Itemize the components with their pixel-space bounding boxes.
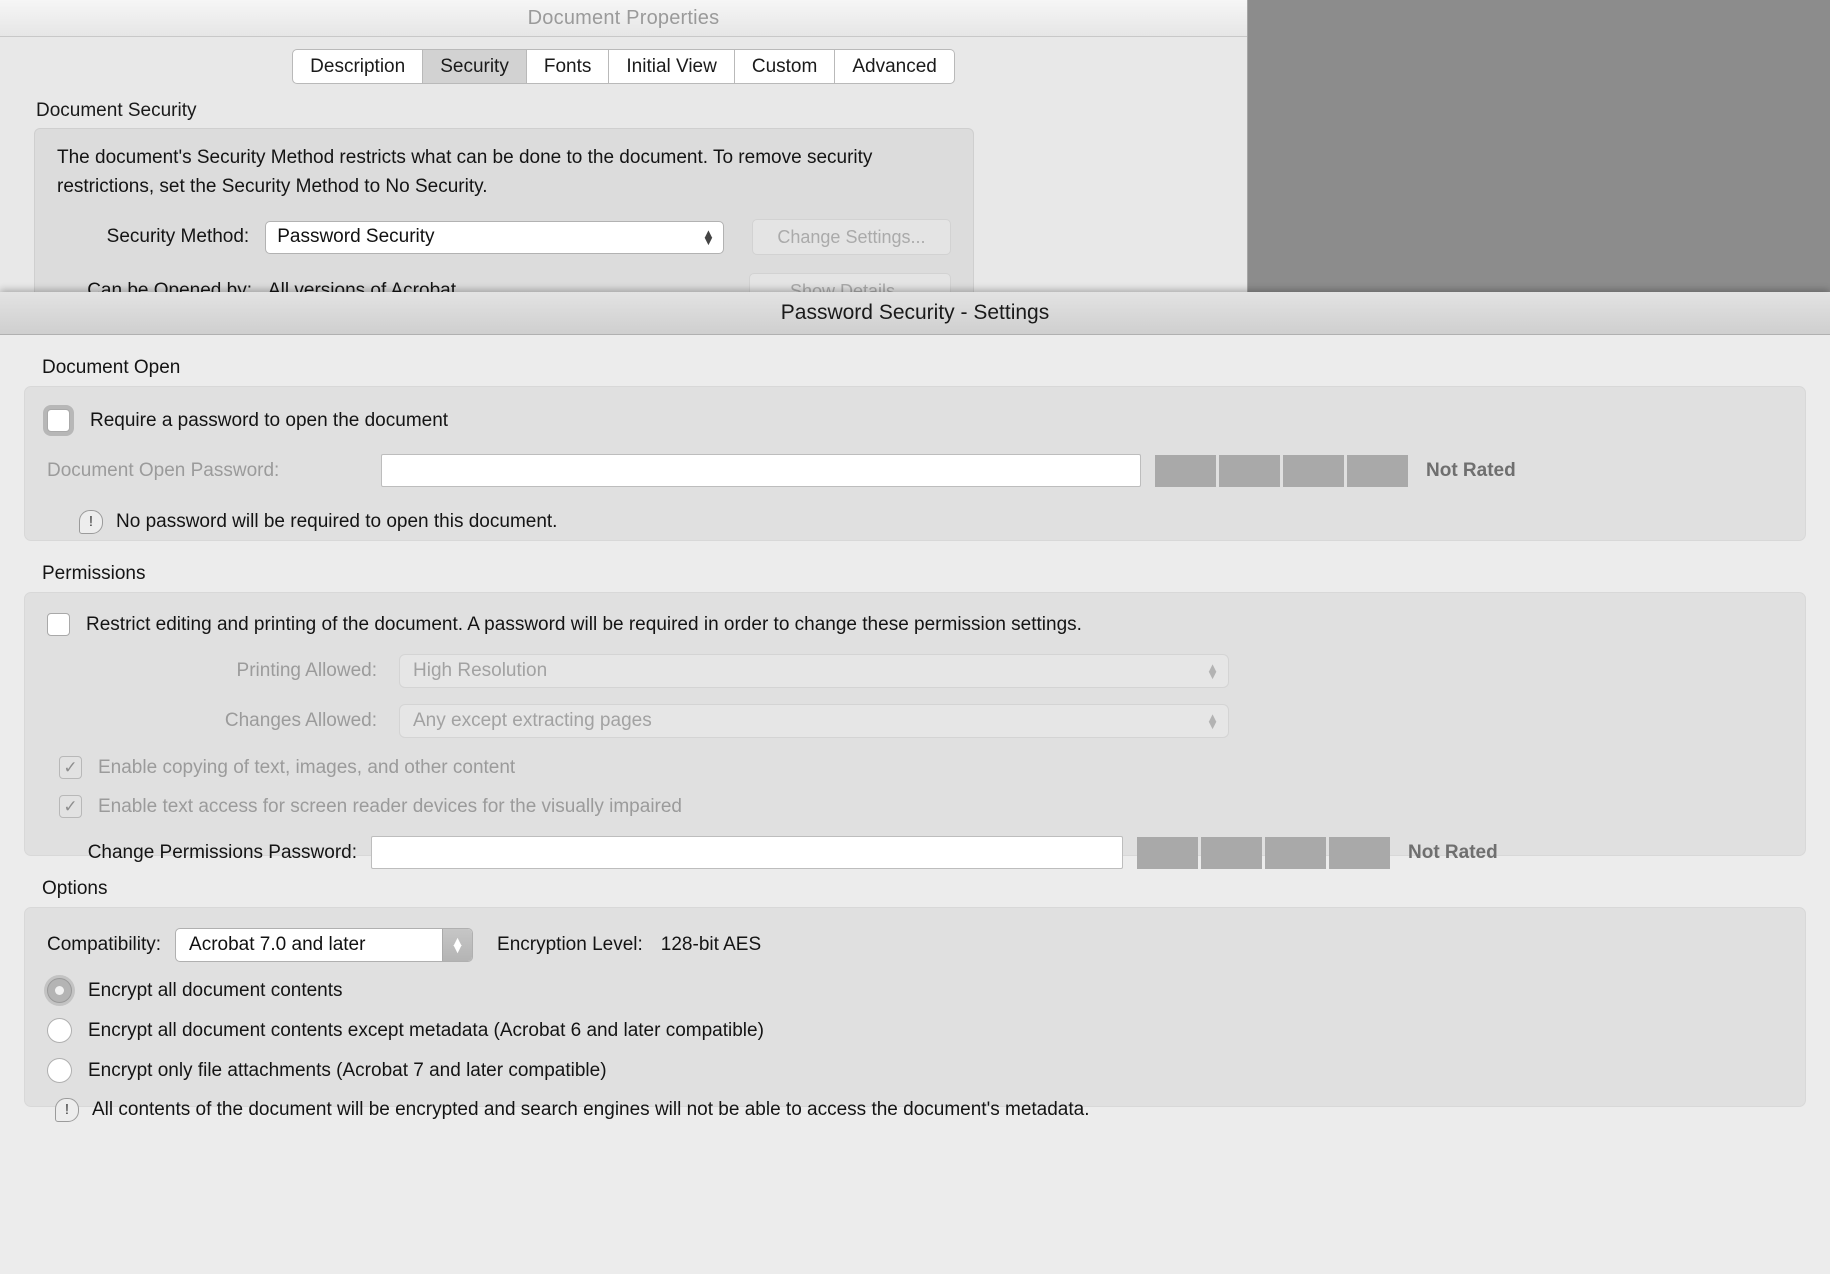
strength-segment [1347,454,1408,487]
security-method-select[interactable]: Password Security ▲ ▼ [265,220,724,254]
document-security-description: The document's Security Method restricts… [57,147,873,197]
warning-icon: ! [79,510,103,534]
strength-segment [1201,836,1262,869]
radio-encrypt-except-metadata[interactable] [47,1018,72,1043]
chevron-down-icon: ▼ [450,940,465,956]
compatibility-label: Compatibility: [47,934,162,955]
compatibility-stepper-button[interactable]: ▲ ▼ [442,929,473,961]
security-method-row: Security Method: Password Security ▲ ▼ C… [57,219,952,255]
document-open-password-row: Document Open Password: Not Rated [47,454,1783,487]
document-properties-title: Document Properties [527,6,720,29]
radio-encrypt-attachments-only-label: Encrypt only file attachments (Acrobat 7… [88,1059,607,1081]
chevron-down-icon: ▼ [1206,717,1219,732]
permissions-password-input[interactable] [371,836,1123,869]
printing-allowed-select[interactable]: High Resolution ▲ ▼ [399,654,1229,688]
tab-custom[interactable]: Custom [734,49,836,84]
permissions-password-label: Change Permissions Password: [87,841,357,863]
encryption-level-label: Encryption Level: [497,934,643,955]
password-security-titlebar: Password Security - Settings [0,292,1830,335]
enable-screen-reader-label: Enable text access for screen reader dev… [98,795,682,817]
strength-segment [1219,454,1280,487]
permissions-strength-label: Not Rated [1408,841,1498,863]
tab-fonts[interactable]: Fonts [526,49,610,84]
password-security-settings-dialog: Password Security - Settings Document Op… [0,292,1830,1274]
strength-segment [1265,836,1326,869]
compatibility-select[interactable]: Acrobat 7.0 and later ▲ ▼ [175,928,474,962]
radio-row-attachments-only: Encrypt only file attachments (Acrobat 7… [47,1058,1783,1083]
radio-row-except-metadata: Encrypt all document contents except met… [47,1018,1783,1043]
changes-allowed-row: Changes Allowed: Any except extracting p… [47,704,1783,738]
change-settings-button[interactable]: Change Settings... [751,219,952,255]
document-open-panel: Require a password to open the document … [24,386,1806,541]
document-open-password-label: Document Open Password: [47,459,280,481]
options-panel: Compatibility: Acrobat 7.0 and later ▲ ▼… [24,907,1806,1122]
password-security-body: Document Open Require a password to open… [0,357,1830,1122]
printing-allowed-row: Printing Allowed: High Resolution ▲ ▼ [47,654,1783,688]
options-note-row: ! All contents of the document will be e… [55,1098,1783,1122]
tab-advanced[interactable]: Advanced [835,49,955,84]
permissions-password-row: Change Permissions Password: Not Rated [47,836,1783,869]
document-security-group-label: Document Security [36,100,197,121]
permissions-section-label: Permissions [42,563,146,584]
restrict-editing-label: Restrict editing and printing of the doc… [86,613,1082,635]
checkmark-icon: ✓ [63,797,78,816]
document-open-strength-label: Not Rated [1426,459,1516,481]
permissions-strength-meter [1137,836,1390,869]
security-method-value: Password Security [277,226,435,247]
document-properties-tabbar: Description Security Fonts Initial View … [28,49,1219,84]
compatibility-value: Acrobat 7.0 and later [189,934,366,955]
chevron-updown-icon: ▲ ▼ [1206,711,1219,732]
tab-security[interactable]: Security [423,49,527,84]
document-open-note: No password will be required to open thi… [116,511,558,532]
radio-encrypt-except-metadata-label: Encrypt all document contents except met… [88,1019,764,1041]
changes-allowed-select[interactable]: Any except extracting pages ▲ ▼ [399,704,1229,738]
chevron-updown-icon: ▲ ▼ [702,227,715,248]
compatibility-row: Compatibility: Acrobat 7.0 and later ▲ ▼… [47,928,1783,962]
chevron-down-icon: ▼ [1206,667,1219,682]
document-open-password-input[interactable] [381,454,1141,487]
document-properties-titlebar: Document Properties [0,0,1247,37]
changes-allowed-value: Any except extracting pages [413,710,652,731]
checkmark-icon: ✓ [63,758,78,777]
permissions-panel: Restrict editing and printing of the doc… [24,592,1806,869]
strength-segment [1155,454,1216,487]
restrict-editing-checkbox[interactable] [47,613,70,636]
printing-allowed-value: High Resolution [413,660,548,681]
strength-segment [1137,836,1198,869]
document-open-note-row: ! No password will be required to open t… [79,510,1783,534]
chevron-updown-icon: ▲ ▼ [450,934,465,956]
require-password-label: Require a password to open the document [90,409,449,431]
strength-segment [1329,836,1390,869]
tab-description[interactable]: Description [292,49,424,84]
enable-copying-checkbox[interactable]: ✓ [59,756,82,779]
tab-initial-view[interactable]: Initial View [609,49,735,84]
require-password-row: Require a password to open the document [47,409,1783,432]
changes-allowed-label: Changes Allowed: [224,710,377,731]
enable-copying-label: Enable copying of text, images, and othe… [98,756,516,778]
enable-screen-reader-row: ✓ Enable text access for screen reader d… [59,795,1783,818]
options-section-label: Options [42,878,108,899]
document-open-section-label: Document Open [42,357,181,378]
document-open-strength-meter [1155,454,1408,487]
enable-screen-reader-checkbox[interactable]: ✓ [59,795,82,818]
strength-segment [1283,454,1344,487]
radio-row-encrypt-all: Encrypt all document contents [47,978,1783,1003]
enable-copying-row: ✓ Enable copying of text, images, and ot… [59,756,1783,779]
security-method-label: Security Method: [106,226,250,247]
document-properties-window: Document Properties Description Security… [0,0,1248,330]
chevron-down-icon: ▼ [702,233,715,248]
radio-encrypt-all-contents-label: Encrypt all document contents [88,979,343,1001]
document-properties-body: Description Security Fonts Initial View … [0,49,1247,328]
require-password-checkbox[interactable] [47,409,70,432]
chevron-updown-icon: ▲ ▼ [1206,661,1219,682]
encryption-level-value: 128-bit AES [660,934,762,955]
screen: Document Properties Description Security… [0,0,1830,1274]
warning-icon: ! [55,1098,79,1122]
options-note: All contents of the document will be enc… [92,1099,1090,1120]
radio-encrypt-attachments-only[interactable] [47,1058,72,1083]
printing-allowed-label: Printing Allowed: [236,660,377,681]
restrict-editing-row: Restrict editing and printing of the doc… [47,613,1783,636]
radio-encrypt-all-contents[interactable] [47,978,72,1003]
password-security-title: Password Security - Settings [780,301,1050,324]
